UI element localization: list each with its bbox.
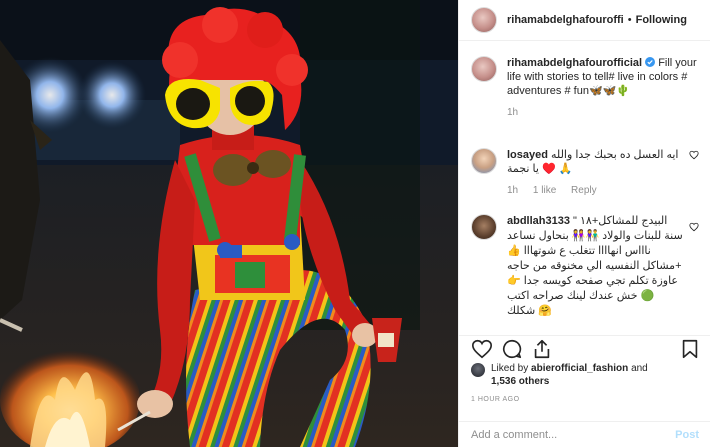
comment-like-heart-icon[interactable] [689, 150, 699, 160]
likes-others-link[interactable]: 1,536 others [491, 376, 549, 387]
comment-age: 1h [507, 185, 519, 196]
comment-username[interactable]: losayed [507, 149, 548, 161]
add-comment-input[interactable]: Add a comment... [471, 429, 675, 441]
following-button[interactable]: Following [636, 14, 687, 26]
caption-username[interactable]: rihamabdelghafourofficial [507, 57, 642, 69]
post-timestamp[interactable]: 1 HOUR AGO [471, 396, 520, 403]
comment-icon[interactable] [501, 338, 523, 360]
liker-avatar[interactable] [471, 363, 485, 377]
action-bar [459, 335, 710, 360]
comment-item: losayed ايه العسل ده بحبك جدا والله ♥️ ي… [459, 148, 710, 210]
likes-prefix: Liked by [491, 363, 529, 374]
comment-username[interactable]: abdllah3133 [507, 215, 570, 227]
comment-composer: Add a comment... Post [459, 421, 710, 447]
header-separator: • [627, 14, 632, 26]
post-photo[interactable] [0, 0, 458, 447]
comment-like-heart-icon[interactable] [689, 222, 699, 232]
liker-username[interactable]: abierofficial_fashion [531, 363, 628, 374]
author-avatar[interactable] [471, 7, 497, 33]
caption: rihamabdelghafourofficial Fill your life… [459, 56, 710, 144]
share-icon[interactable] [531, 338, 553, 360]
likes-summary: Liked by abierofficial_fashion and 1,536… [471, 362, 698, 388]
caption-avatar[interactable] [471, 56, 497, 82]
comments-list[interactable]: rihamabdelghafourofficial Fill your life… [459, 56, 710, 326]
comment-likes-count[interactable]: 1 like [533, 185, 556, 196]
heart-icon[interactable] [471, 338, 493, 360]
bookmark-icon[interactable] [679, 338, 701, 360]
comment-reply-button[interactable]: Reply [571, 185, 597, 196]
commenter-avatar[interactable] [471, 148, 497, 174]
likes-joiner: and [631, 363, 648, 374]
verified-badge-icon [645, 57, 656, 67]
post-comment-button[interactable]: Post [675, 429, 699, 441]
commenter-avatar[interactable] [471, 214, 497, 240]
comment-item: abdllah3133 البيدج للمشاكل+١٨ " سنة للبن… [459, 214, 710, 319]
photo-illustration [0, 0, 458, 447]
author-username[interactable]: rihamabdelghafouroffi [507, 14, 624, 26]
caption-age: 1h [507, 107, 519, 118]
post-header: rihamabdelghafouroffi • Following [459, 0, 710, 41]
comment-text: البيدج للمشاكل+١٨ " سنة للبنات والولاد 👫… [507, 215, 683, 317]
post-sidebar: rihamabdelghafouroffi • Following rihama… [458, 0, 710, 447]
